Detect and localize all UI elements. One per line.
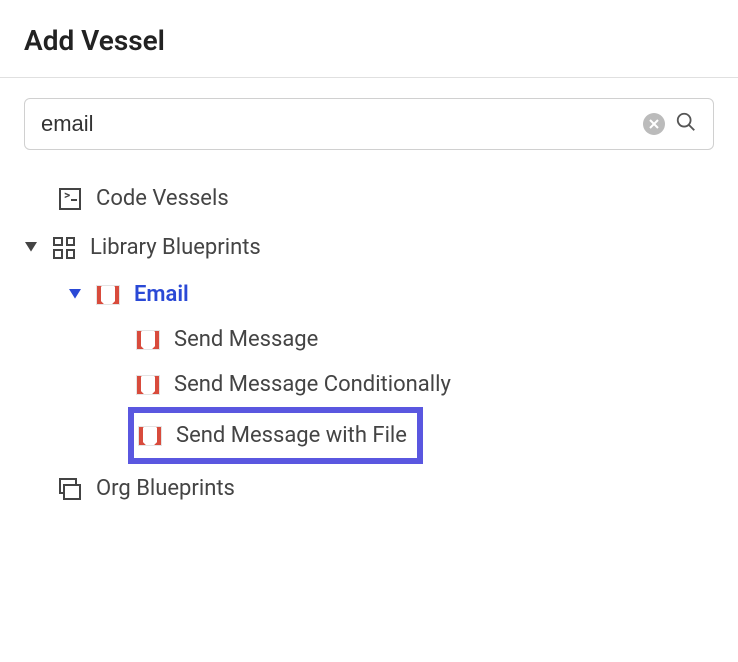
caret-down-icon[interactable] bbox=[68, 289, 82, 301]
overlap-icon bbox=[58, 477, 82, 501]
gmail-icon bbox=[138, 424, 162, 448]
highlighted-selection: Send Message with File bbox=[128, 407, 423, 464]
grid-icon bbox=[52, 236, 76, 260]
tree-item-label: Org Blueprints bbox=[96, 476, 235, 501]
clear-search-icon[interactable] bbox=[643, 113, 665, 135]
tree-item-send-message[interactable]: Send Message bbox=[136, 317, 714, 362]
tree-item-label: Library Blueprints bbox=[90, 235, 261, 260]
vessel-tree: Code Vessels Library Blueprints Email Se… bbox=[0, 150, 738, 513]
tree-item-label: Send Message bbox=[174, 327, 318, 352]
panel-title: Add Vessel bbox=[24, 24, 714, 57]
search-box[interactable] bbox=[24, 98, 714, 150]
tree-item-code-vessels[interactable]: Code Vessels bbox=[30, 174, 714, 223]
gmail-icon bbox=[96, 283, 120, 307]
tree-item-library-blueprints[interactable]: Library Blueprints bbox=[24, 223, 714, 272]
tree-item-label: Code Vessels bbox=[96, 186, 229, 211]
search-icon[interactable] bbox=[675, 111, 697, 137]
terminal-icon bbox=[58, 187, 82, 211]
tree-item-label: Email bbox=[134, 282, 189, 307]
gmail-icon bbox=[136, 328, 160, 352]
tree-item-email[interactable]: Email bbox=[68, 272, 714, 317]
tree-item-send-message-conditionally[interactable]: Send Message Conditionally bbox=[136, 362, 714, 407]
panel-header: Add Vessel bbox=[0, 0, 738, 78]
tree-item-org-blueprints[interactable]: Org Blueprints bbox=[30, 464, 714, 513]
tree-item-label: Send Message Conditionally bbox=[174, 372, 451, 397]
search-container bbox=[0, 78, 738, 150]
caret-down-icon[interactable] bbox=[24, 242, 38, 254]
tree-item-label: Send Message with File bbox=[176, 423, 407, 448]
gmail-icon bbox=[136, 373, 160, 397]
tree-item-send-message-with-file[interactable]: Send Message with File bbox=[138, 417, 407, 454]
search-input[interactable] bbox=[41, 111, 633, 137]
